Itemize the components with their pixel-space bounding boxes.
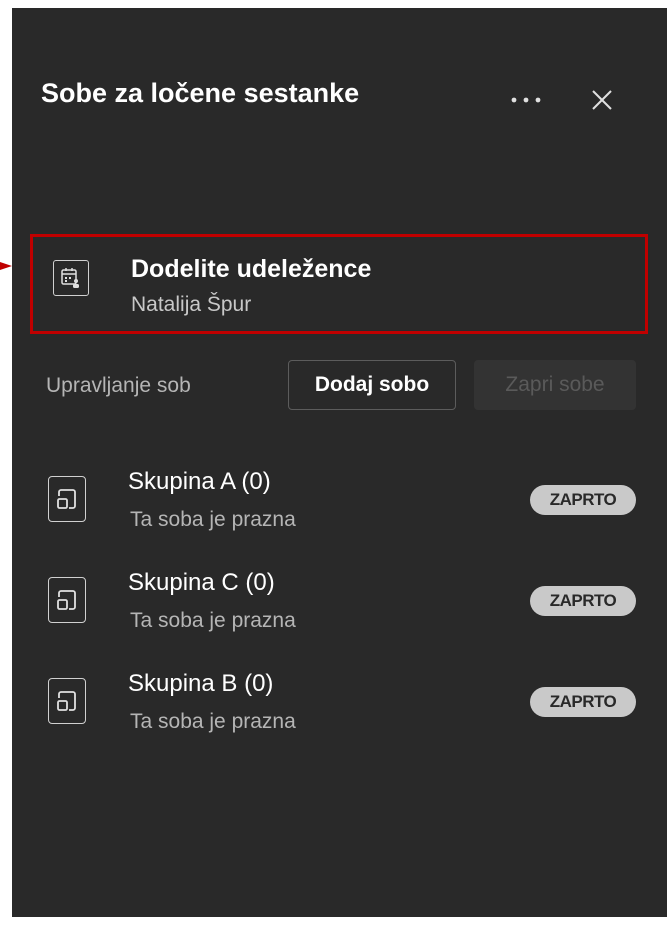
room-status: Ta soba je prazna [130,609,296,632]
room-icon [48,476,86,522]
closed-status-badge: ZAPRTO [530,485,636,515]
room-item-skupina-b[interactable]: Skupina B (0) Ta soba je prazna ZAPRTO [46,670,646,750]
room-status: Ta soba je prazna [130,508,296,531]
breakout-rooms-panel: Sobe za ločene sestanke Dodelite udeleže… [12,8,667,917]
more-options-button[interactable] [502,80,550,120]
room-name: Skupina A (0) [128,468,271,495]
room-item-skupina-c[interactable]: Skupina C (0) Ta soba je prazna ZAPRTO [46,569,646,649]
calendar-people-icon [53,260,89,296]
assign-participants-title: Dodelite udeležence [131,255,372,283]
panel-title: Sobe za ločene sestanke [41,78,360,108]
close-button[interactable] [582,80,622,120]
room-status: Ta soba je prazna [130,710,296,733]
assign-participants-item[interactable]: Dodelite udeležence Natalija Špur [30,234,648,334]
assign-participants-organizer: Natalija Špur [131,293,252,316]
closed-status-badge: ZAPRTO [530,687,636,717]
room-icon [48,577,86,623]
add-room-button[interactable]: Dodaj sobo [288,360,456,410]
close-icon [592,90,612,110]
closed-status-badge: ZAPRTO [530,586,636,616]
more-horizontal-icon [511,97,541,103]
close-rooms-button[interactable]: Zapri sobe [474,360,636,410]
room-name: Skupina C (0) [128,569,275,596]
room-icon [48,678,86,724]
room-item-skupina-a[interactable]: Skupina A (0) Ta soba je prazna ZAPRTO [46,468,646,548]
pointer-arrow-icon [0,262,12,270]
room-management-label: Upravljanje sob [46,374,191,397]
room-name: Skupina B (0) [128,670,274,697]
